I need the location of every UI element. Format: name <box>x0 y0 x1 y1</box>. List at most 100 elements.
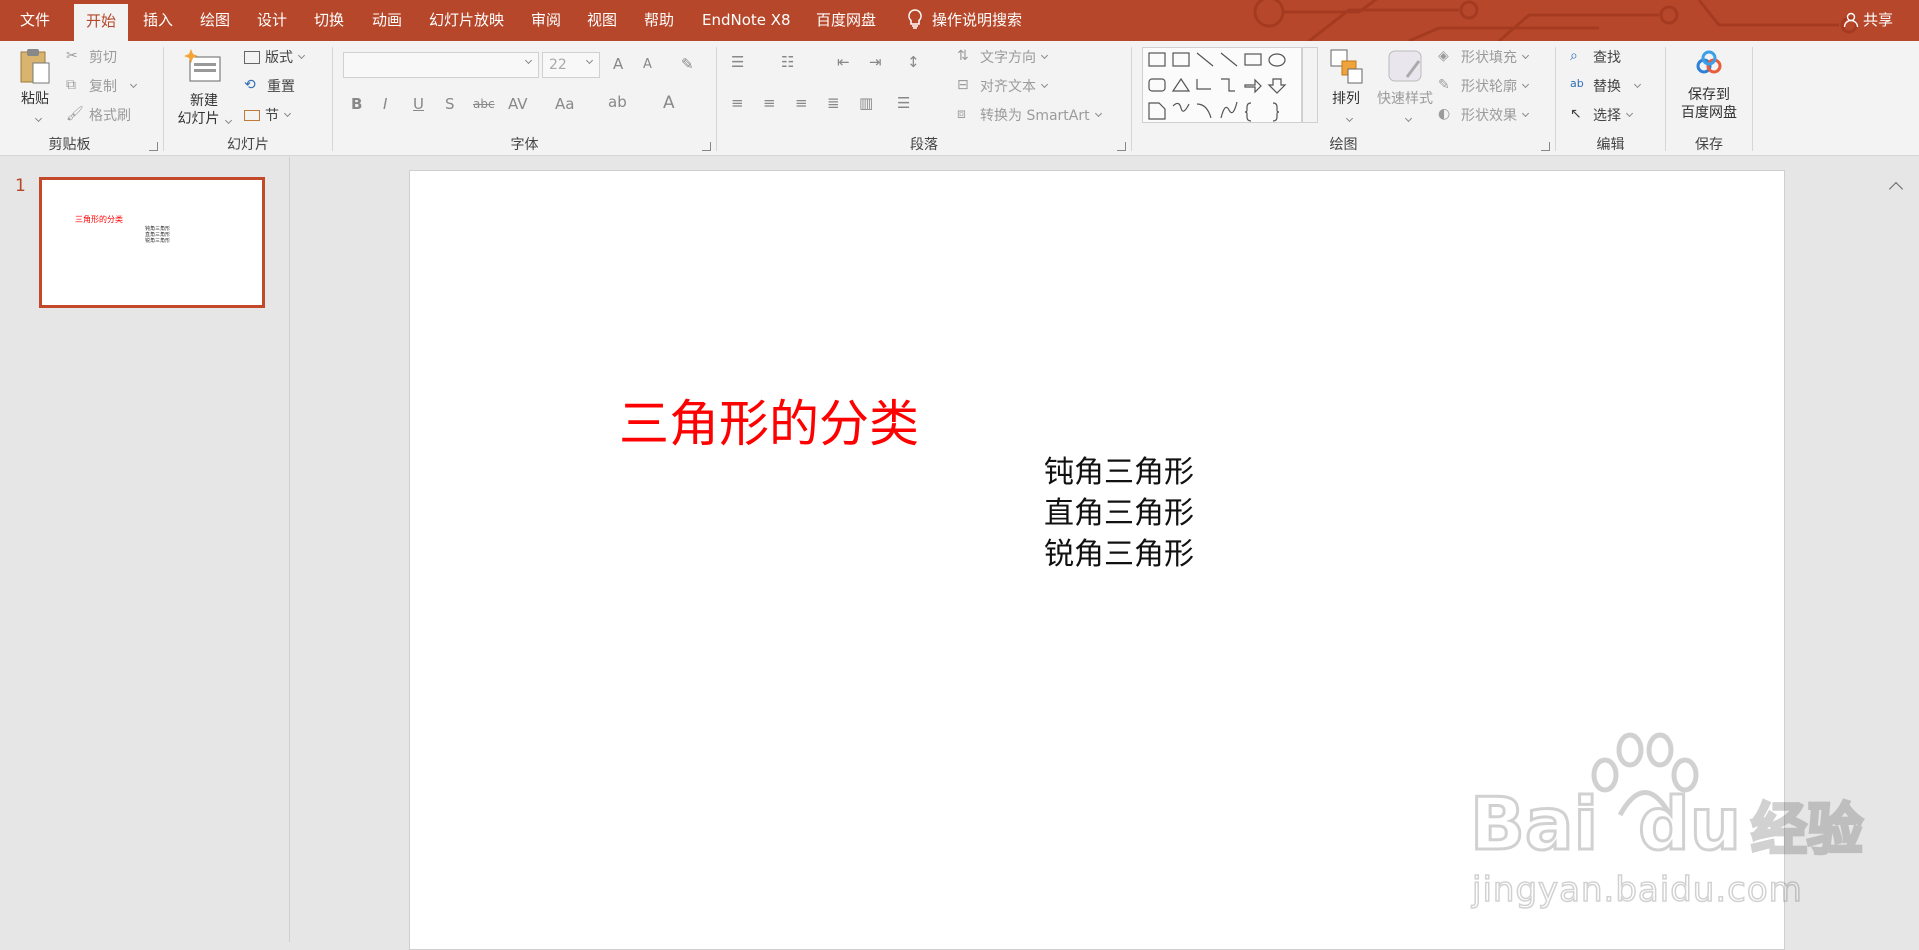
slide-thumbnail-1[interactable]: 三角形的分类 钝角三角形 直角三角形 锐角三角形 <box>39 177 265 308</box>
font-name-box[interactable] <box>343 52 539 78</box>
dialog-launcher-icon[interactable] <box>702 142 711 151</box>
text-direction-label: 文字方向 <box>980 50 1036 66</box>
bullets-icon[interactable]: ☰ <box>731 53 744 71</box>
chevron-down-icon <box>1625 109 1634 117</box>
font-size-box[interactable]: 22 <box>542 52 600 78</box>
justify-icon[interactable]: ≣ <box>827 94 840 112</box>
quick-styles-button[interactable]: 快速样式 <box>1372 47 1438 123</box>
tell-me-search[interactable]: 操作说明搜索 <box>906 0 1022 41</box>
font-color-button[interactable]: A <box>663 93 675 113</box>
italic-button[interactable]: I <box>383 95 387 113</box>
smartart-button[interactable]: ⧈ 转换为 SmartArt <box>957 105 1102 125</box>
chevron-down-icon <box>1521 51 1530 59</box>
quick-styles-label: 快速样式 <box>1377 91 1433 107</box>
clipboard-group-label: 剪贴板 <box>48 137 91 153</box>
copy-icon: ⧉ <box>66 77 76 93</box>
tab-baidu-netdisk[interactable]: 百度网盘 <box>816 0 876 41</box>
text-direction-button[interactable]: ⇅ 文字方向 <box>957 47 1049 67</box>
dialog-launcher-icon[interactable] <box>149 142 158 151</box>
brush-icon: 🖌 <box>66 106 84 122</box>
save-to-baidu-button[interactable]: 保存到 百度网盘 <box>1666 47 1752 122</box>
cut-button[interactable]: ✂ 剪切 <box>66 47 117 67</box>
replace-label: 替换 <box>1593 79 1621 95</box>
chevron-down-icon <box>1404 114 1412 123</box>
reset-icon: ⟲ <box>244 77 256 93</box>
share-button[interactable]: 共享 <box>1843 0 1893 41</box>
font-group: 22 A A ✎ B I U S abc AV Aa ab A 字体 <box>333 41 716 156</box>
tab-draw[interactable]: 绘图 <box>200 0 230 41</box>
tell-me-label: 操作说明搜索 <box>932 11 1023 29</box>
section-button[interactable]: 节 <box>244 105 292 125</box>
tab-review[interactable]: 审阅 <box>531 0 561 41</box>
dialog-launcher-icon[interactable] <box>1117 142 1126 151</box>
format-painter-button[interactable]: 🖌 格式刷 <box>66 105 131 125</box>
layout-button[interactable]: 版式 <box>244 47 306 67</box>
copy-button[interactable]: ⧉ 复制 <box>66 76 138 96</box>
body-line-right[interactable]: 直角三角形 <box>1044 488 1194 532</box>
columns-icon[interactable]: ▥ <box>859 94 873 112</box>
tab-home[interactable]: 开始 <box>74 4 129 41</box>
tab-transitions[interactable]: 切换 <box>314 0 344 41</box>
align-left-icon[interactable]: ≡ <box>731 94 744 112</box>
scissors-icon: ✂ <box>66 48 78 64</box>
shape-fill-button[interactable]: ◈ 形状填充 <box>1438 47 1530 67</box>
slide-title[interactable]: 三角形的分类 <box>619 384 919 456</box>
chevron-down-icon <box>1521 80 1530 88</box>
gallery-scroll[interactable] <box>1302 47 1318 123</box>
tab-design[interactable]: 设计 <box>257 0 287 41</box>
grow-font-button[interactable]: A <box>613 55 623 73</box>
shape-effects-button[interactable]: ◐ 形状效果 <box>1438 105 1530 125</box>
body-line-obtuse[interactable]: 钝角三角形 <box>1044 447 1194 491</box>
align-right-icon[interactable]: ≡ <box>795 94 808 112</box>
paste-button[interactable]: 粘贴 <box>12 47 58 123</box>
replace-button[interactable]: ab 替换 <box>1570 76 1642 96</box>
reset-label: 重置 <box>267 79 295 95</box>
body-line-acute[interactable]: 锐角三角形 <box>1044 529 1194 573</box>
bold-button[interactable]: B <box>351 95 362 113</box>
slides-group: 新建 幻灯片 版式 ⟲ 重置 节 幻灯片 <box>164 41 332 156</box>
tab-insert[interactable]: 插入 <box>143 0 173 41</box>
char-spacing-button[interactable]: AV <box>508 95 528 113</box>
align-text-button[interactable]: ⊟ 对齐文本 <box>957 76 1049 96</box>
highlight-icon[interactable]: ab <box>608 93 627 111</box>
chevron-down-icon <box>1345 114 1353 123</box>
find-button[interactable]: ⌕ 查找 <box>1570 47 1621 67</box>
tab-endnote[interactable]: EndNote X8 <box>702 0 791 41</box>
tab-animations[interactable]: 动画 <box>372 0 402 41</box>
select-button[interactable]: ↖ 选择 <box>1570 105 1634 125</box>
watermark-brand: Bai du 经验 <box>1468 781 1864 868</box>
tab-file[interactable]: 文件 <box>20 0 50 41</box>
effects-icon: ◐ <box>1438 106 1451 122</box>
distribute-icon[interactable]: ☰ <box>897 94 910 112</box>
new-slide-button[interactable]: 新建 幻灯片 <box>174 47 234 128</box>
select-label: 选择 <box>1593 108 1621 124</box>
clear-format-icon[interactable]: ✎ <box>681 55 694 73</box>
chevron-down-icon <box>283 109 292 117</box>
save-label-1: 保存到 <box>1688 87 1730 103</box>
strikethrough-button[interactable]: abc <box>473 97 495 111</box>
thumbnail-title: 三角形的分类 <box>75 215 123 224</box>
arrange-button[interactable]: 排列 <box>1324 47 1368 123</box>
underline-button[interactable]: U <box>413 95 424 113</box>
tab-help[interactable]: 帮助 <box>644 0 674 41</box>
person-icon <box>1843 12 1859 28</box>
reset-button[interactable]: ⟲ 重置 <box>244 76 295 96</box>
shape-gallery[interactable] <box>1142 47 1302 123</box>
pen-icon: ✎ <box>1438 77 1450 93</box>
increase-indent-icon[interactable]: ⇥ <box>869 53 882 71</box>
decrease-indent-icon[interactable]: ⇤ <box>837 53 850 71</box>
smartart-icon: ⧈ <box>957 106 966 122</box>
tab-slideshow[interactable]: 幻灯片放映 <box>429 0 504 41</box>
line-spacing-icon[interactable]: ↕ <box>907 53 920 71</box>
collapse-ribbon-icon[interactable] <box>1888 181 1904 197</box>
shape-outline-button[interactable]: ✎ 形状轮廓 <box>1438 76 1530 96</box>
numbering-icon[interactable]: ☷ <box>781 53 794 71</box>
new-slide-label-2: 幻灯片 <box>177 111 220 127</box>
change-case-button[interactable]: Aa <box>555 95 574 113</box>
dialog-launcher-icon[interactable] <box>1541 142 1550 151</box>
shape-effects-label: 形状效果 <box>1461 108 1517 124</box>
shadow-button[interactable]: S <box>445 95 455 113</box>
shrink-font-button[interactable]: A <box>643 57 652 72</box>
tab-view[interactable]: 视图 <box>587 0 617 41</box>
align-center-icon[interactable]: ≡ <box>763 94 776 112</box>
